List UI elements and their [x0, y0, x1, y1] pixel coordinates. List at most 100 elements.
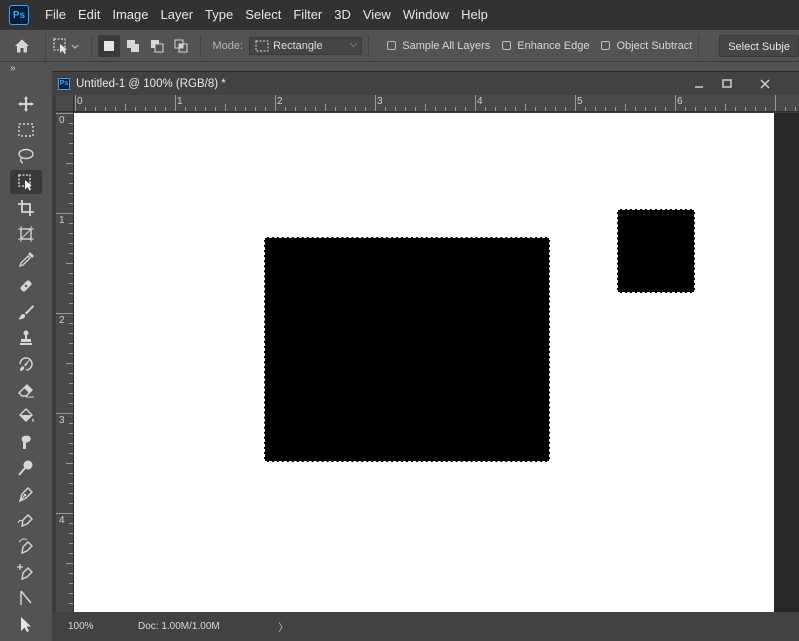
add-to-selection-button[interactable] [122, 35, 144, 57]
menu-3d[interactable]: 3D [328, 0, 357, 30]
ruler-tick [565, 107, 566, 111]
paint-bucket-tool[interactable] [10, 404, 42, 428]
direct-selection-tool[interactable] [10, 586, 42, 610]
select-subject-button[interactable]: Select Subje [719, 34, 799, 57]
dodge-tool[interactable] [10, 456, 42, 480]
ruler-tick [265, 107, 266, 111]
menu-edit[interactable]: Edit [72, 0, 106, 30]
pen-tool[interactable] [10, 482, 42, 506]
canvas-area[interactable] [74, 113, 799, 613]
maximize-icon [722, 78, 732, 88]
close-icon [760, 78, 770, 89]
ruler-tick [615, 107, 616, 111]
add-anchor-point-tool[interactable] [10, 560, 42, 584]
history-brush-tool[interactable] [10, 352, 42, 376]
options-bar: Mode: Rectangle ⌵ Sample All Layers Enha… [0, 30, 799, 62]
horizontal-ruler[interactable]: 0 1 2 3 4 5 6 [74, 95, 799, 112]
enhance-edge-checkbox[interactable]: Enhance Edge [502, 40, 589, 52]
ruler-tick [635, 107, 636, 111]
ruler-tick [69, 133, 73, 134]
eyedropper-tool[interactable] [10, 248, 42, 272]
object-selection-tool[interactable] [10, 170, 42, 194]
brush-tool[interactable] [10, 300, 42, 324]
tool-preset-picker[interactable] [46, 30, 86, 61]
eraser-tool[interactable] [10, 378, 42, 402]
menu-type[interactable]: Type [199, 0, 239, 30]
menu-view[interactable]: View [357, 0, 397, 30]
menu-window[interactable]: Window [397, 0, 455, 30]
new-selection-button[interactable] [98, 34, 121, 57]
add-selection-icon [127, 39, 140, 52]
ruler-tick [69, 553, 73, 554]
ruler-tick [69, 453, 73, 454]
ruler-tick [795, 107, 796, 111]
small-black-square-selection[interactable] [617, 209, 695, 293]
ruler-tick [66, 563, 73, 564]
document-canvas[interactable] [74, 113, 774, 613]
ruler-tick [435, 107, 436, 111]
mode-select[interactable]: Rectangle ⌵ [249, 36, 363, 55]
chevron-down-icon: ⌵ [349, 38, 358, 50]
ruler-tick [69, 373, 73, 374]
crop-tool[interactable] [10, 196, 42, 220]
frame-tool[interactable] [10, 222, 42, 246]
ruler-origin[interactable] [56, 95, 74, 112]
collapse-panel-icon[interactable]: » [10, 63, 16, 74]
status-menu-arrow-icon[interactable]: 〉 [278, 619, 289, 635]
ruler-tick [685, 107, 686, 111]
minimize-button[interactable] [684, 72, 714, 95]
divider [91, 34, 93, 57]
smudge-tool[interactable] [10, 430, 42, 454]
status-bar: 100% Doc: 1.00M/1.00M 〉 [52, 612, 799, 641]
ruler-tick [69, 253, 73, 254]
spot-healing-tool[interactable] [10, 274, 42, 298]
ruler-tick [125, 104, 126, 111]
close-button[interactable] [750, 72, 780, 95]
ruler-tick [175, 95, 176, 111]
intersect-selection-button[interactable] [170, 35, 192, 57]
curvature-pen-tool[interactable] [10, 534, 42, 558]
rectangular-marquee-tool[interactable] [10, 118, 42, 142]
sample-all-layers-checkbox[interactable]: Sample All Layers [387, 40, 490, 52]
zoom-level[interactable]: 100% [68, 621, 138, 632]
ruler-label: 3 [59, 415, 65, 426]
freeform-pen-tool[interactable] [10, 508, 42, 532]
ruler-tick [69, 483, 73, 484]
home-button[interactable] [0, 30, 46, 61]
vertical-ruler[interactable]: 0 1 2 3 4 [56, 112, 74, 641]
pen-icon [18, 487, 33, 503]
menu-image[interactable]: Image [106, 0, 154, 30]
clone-stamp-tool[interactable] [10, 326, 42, 350]
ruler-tick [555, 107, 556, 111]
ruler-tick [115, 107, 116, 111]
ruler-tick [255, 107, 256, 111]
object-subtract-checkbox[interactable]: Object Subtract [601, 40, 692, 52]
ruler-tick [69, 223, 73, 224]
ruler-tick [705, 107, 706, 111]
ruler-tick [385, 107, 386, 111]
divider [199, 34, 201, 57]
ruler-tick [75, 95, 76, 111]
menu-select[interactable]: Select [239, 0, 287, 30]
move-icon [18, 96, 34, 112]
ruler-tick [155, 107, 156, 111]
menu-filter[interactable]: Filter [287, 0, 328, 30]
ruler-label: 6 [677, 96, 683, 107]
ruler-tick [66, 463, 73, 464]
menu-help[interactable]: Help [455, 0, 494, 30]
stamp-icon [20, 330, 32, 345]
document-tab[interactable]: Ps Untitled-1 @ 100% (RGB/8) * [52, 72, 799, 95]
maximize-button[interactable] [712, 72, 742, 95]
large-black-rectangle-selection[interactable] [264, 237, 550, 462]
move-tool[interactable] [10, 92, 42, 116]
add-anchor-icon [17, 564, 33, 581]
ruler-tick [495, 107, 496, 111]
photoshop-logo: Ps [9, 5, 29, 25]
menu-layer[interactable]: Layer [155, 0, 200, 30]
menu-file[interactable]: File [39, 0, 72, 30]
lasso-tool[interactable] [10, 144, 42, 168]
ruler-tick [69, 503, 73, 504]
path-selection-tool[interactable] [10, 612, 42, 636]
subtract-from-selection-button[interactable] [146, 35, 168, 57]
ruler-tick [715, 107, 716, 111]
